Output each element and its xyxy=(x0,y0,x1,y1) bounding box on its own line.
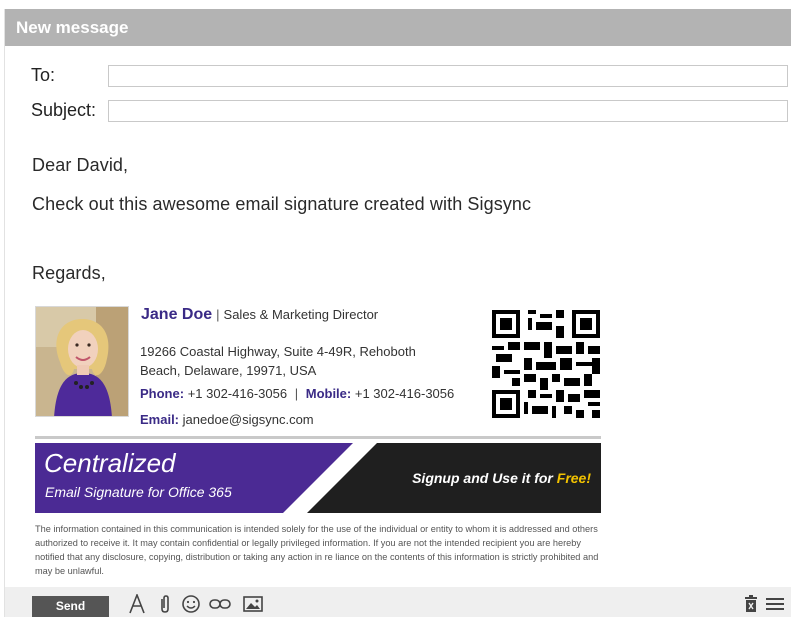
banner-subtitle: Email Signature for Office 365 xyxy=(45,484,232,500)
format-text-icon[interactable] xyxy=(126,593,148,615)
signature-name: Jane Doe xyxy=(141,306,213,323)
compose-toolbar: Send xyxy=(5,587,791,617)
attach-icon[interactable] xyxy=(154,593,176,615)
message-greeting: Dear David, xyxy=(32,155,129,175)
profile-photo xyxy=(35,306,129,417)
email-value[interactable]: janedoe@sigsync.com xyxy=(183,412,314,427)
window-title: New message xyxy=(5,9,791,46)
address-line-2: Beach, Delaware, 19971, USA xyxy=(140,363,317,378)
to-label: To: xyxy=(31,65,56,85)
discard-icon[interactable] xyxy=(740,593,762,615)
signature-title: Sales & Marketing Director xyxy=(223,307,379,322)
promo-banner[interactable]: Centralized Email Signature for Office 3… xyxy=(35,443,601,513)
to-input[interactable] xyxy=(108,65,788,87)
subject-label: Subject: xyxy=(31,100,97,120)
signature-address: 19266 Coastal Highway, Suite 4-49R, Reho… xyxy=(140,342,470,380)
phone-label: Phone: xyxy=(140,386,185,401)
contact-separator: | xyxy=(294,386,299,401)
signature-phones: Phone: +1 302-416-3056 | Mobile: +1 302-… xyxy=(140,386,454,401)
banner-cta-text: Signup and Use it for xyxy=(412,470,553,486)
address-line-1: 19266 Coastal Highway, Suite 4-49R, Reho… xyxy=(140,344,416,359)
signature-separator: | xyxy=(216,307,220,322)
banner-cta: Signup and Use it for Free! xyxy=(412,470,591,486)
more-menu-icon[interactable] xyxy=(764,593,786,615)
signature-email: Email: janedoe@sigsync.com xyxy=(140,412,314,427)
subject-input[interactable] xyxy=(108,100,788,122)
image-icon[interactable] xyxy=(242,593,264,615)
message-closing: Regards, xyxy=(32,263,106,283)
compose-window: New message To: Subject: Dear David, Che… xyxy=(4,9,791,617)
message-line: Check out this awesome email signature c… xyxy=(32,194,532,214)
signature-disclaimer: The information contained in this commun… xyxy=(35,524,599,576)
emoji-icon[interactable] xyxy=(180,593,202,615)
email-label: Email: xyxy=(140,412,180,427)
phone-value[interactable]: +1 302-416-3056 xyxy=(188,386,287,401)
qr-code-icon xyxy=(492,310,600,418)
banner-cta-free: Free! xyxy=(556,470,591,486)
mobile-label: Mobile: xyxy=(305,386,352,401)
signature-divider xyxy=(35,436,601,439)
send-button[interactable]: Send xyxy=(32,596,109,617)
mobile-value[interactable]: +1 302-416-3056 xyxy=(355,386,454,401)
signature-name-row: Jane Doe | Sales & Marketing Director xyxy=(141,306,378,324)
link-icon[interactable] xyxy=(209,593,231,615)
banner-title: Centralized xyxy=(44,448,176,478)
